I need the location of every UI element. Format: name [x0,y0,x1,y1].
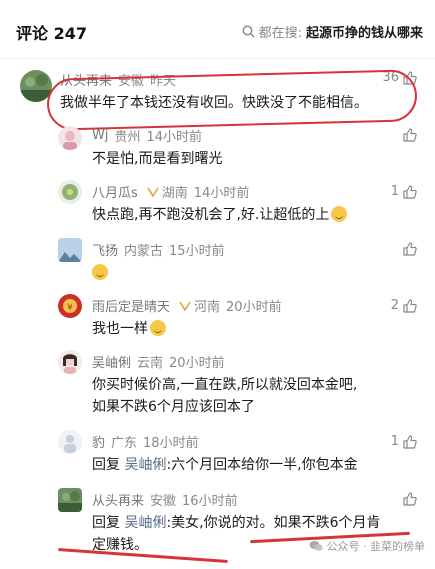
username[interactable]: Wj [92,128,108,143]
avatar[interactable] [58,350,82,374]
comment-text-line: 你买时候价高,一直在跌,所以就没回本金吧, [92,377,358,393]
comment-text: 回复 吴岫俐:六个月回本给你一半,你包本金 [92,454,422,476]
thumbs-up-icon [403,184,417,199]
timestamp: 14小时前 [146,130,203,145]
vip-badge-icon [147,187,159,197]
comment-meta: 八月瓜s 湖南 14小时前 [92,182,249,201]
region: 贵州 [114,130,141,145]
laugh-emoji-icon [150,320,166,336]
avatar[interactable] [58,180,82,204]
comment-meta: 吴岫俐 云南 20小时前 [92,352,225,371]
reply-to-user[interactable]: 吴岫俐 [124,457,166,473]
comment-meta: Wj 贵州 14小时前 [92,126,202,145]
like-button[interactable] [399,242,417,256]
grin-emoji-icon [331,206,348,222]
highlight-circle [46,69,418,131]
comment-text: 不是怕,而是看到曙光 [92,151,223,167]
comment-text-line: 如果不跌6个月应该回本了 [92,399,255,415]
header-divider [0,58,435,59]
comment-text-body: 我也一样 [92,321,148,337]
region: 湖南 [161,186,188,201]
username[interactable]: 吴岫俐 [92,352,131,371]
comment-meta: 从头再来 安徽 16小时前 [92,490,238,509]
comment-text [92,262,422,284]
region: 安徽 [150,494,177,509]
like-button[interactable] [399,492,417,506]
timestamp: 16小时前 [182,494,238,509]
comment-text-body: 快点跑,再不跑没机会了,好.让超低的上 [92,207,330,223]
search-icon [242,25,255,38]
search-keyword[interactable]: 起源币挣的钱从哪来 [306,22,423,41]
wechat-icon [309,541,322,551]
timestamp: 14小时前 [193,186,250,201]
comments-header: 评论 247 都在搜: 起源币挣的钱从哪来 [0,0,435,62]
like-count: 1 [390,434,399,449]
like-button[interactable]: 2 [391,298,417,313]
avatar[interactable] [58,488,82,512]
comment-text: 我也一样 [92,318,422,340]
timestamp: 20小时前 [169,356,225,371]
avatar[interactable] [58,238,82,262]
reply-prefix: 回复 [92,457,120,473]
svg-text:¥: ¥ [67,303,73,313]
laugh-emoji-icon [92,264,108,280]
avatar[interactable] [58,126,82,150]
username[interactable]: 从头再来 [92,490,144,509]
reply-prefix: 回复 [92,515,120,531]
comment-text-body: :美女,你说的对。如果不跌6个月肯 [166,515,381,531]
avatar[interactable] [58,430,82,454]
like-button[interactable]: 1 [391,434,417,449]
comment-text: 快点跑,再不跑没机会了,好.让超低的上 [92,204,422,226]
timestamp: 20小时前 [226,300,282,315]
thumbs-up-icon [403,298,417,313]
like-button[interactable] [399,128,417,142]
username[interactable]: 飞扬 [92,240,118,259]
thumbs-up-icon [403,434,417,449]
comment-text-line: 回复 吴岫俐:美女,你说的对。如果不跌6个月肯 [92,512,422,534]
region: 内蒙古 [124,244,164,259]
thumbs-up-icon [403,128,417,142]
watermark: 公众号 · 韭菜的榜单 [309,538,426,554]
comment-text: 你买时候价高,一直在跌,所以就没回本金吧, 如果不跌6个月应该回本了 [92,374,422,418]
thumbs-up-icon [403,492,417,506]
vip-badge-icon [179,301,191,311]
comment-meta: 豹 广东 18小时前 [92,432,199,451]
like-count: 2 [390,298,399,313]
region: 广东 [111,436,138,451]
region: 云南 [137,356,164,371]
region: 河南 [194,300,221,315]
username[interactable]: 雨后定是晴天 [92,296,170,315]
search-prefix: 都在搜: [258,26,302,41]
comments-title: 评论 247 [16,24,87,43]
comment-text-body: :六个月回本给你一半,你包本金 [166,457,358,473]
watermark-text: 公众号 · 韭菜的榜单 [326,540,426,553]
timestamp: 18小时前 [143,436,199,451]
comment-meta: 雨后定是晴天 河南 20小时前 [92,296,282,315]
reply-to-user[interactable]: 吴岫俐 [124,515,166,531]
like-button[interactable]: 1 [391,184,417,199]
comment-meta: 飞扬 内蒙古 15小时前 [92,240,225,259]
timestamp: 15小时前 [169,244,225,259]
username[interactable]: 八月瓜s [92,182,138,201]
trending-search[interactable]: 都在搜: 起源币挣的钱从哪来 [242,22,423,41]
thumbs-up-icon [403,242,417,256]
username[interactable]: 豹 [92,432,105,451]
avatar[interactable]: ¥ [58,294,82,318]
like-count: 1 [390,184,399,199]
